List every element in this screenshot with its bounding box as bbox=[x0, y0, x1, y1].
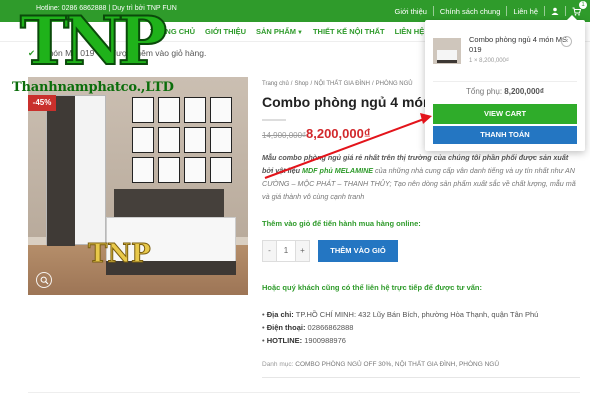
breadcrumb-home[interactable]: Trang chủ bbox=[262, 81, 289, 87]
phone-label: Điện thoại: bbox=[266, 323, 306, 332]
quantity-decrease-button[interactable]: - bbox=[263, 241, 276, 261]
sale-price: 8,200,000₫ bbox=[306, 126, 371, 141]
brand-name: Thanhnamphatco.,LTD bbox=[12, 80, 174, 95]
wall-frames bbox=[132, 97, 232, 183]
nav-item-label: SẢN PHẨM bbox=[255, 27, 296, 36]
contact-hotline: • HOTLINE: 1900988976 bbox=[262, 336, 346, 345]
quantity-stepper: - 1 + bbox=[262, 240, 310, 262]
zoom-icon[interactable] bbox=[36, 272, 52, 288]
remove-item-button[interactable]: × bbox=[561, 36, 572, 47]
product-description: Mẫu combo phòng ngủ giá rẻ nhất trên thị… bbox=[262, 151, 580, 203]
product-categories: Danh mục: COMBO PHÒNG NGỦ OFF 30%, NỘI T… bbox=[262, 361, 499, 368]
chevron-down-icon: ▼ bbox=[297, 30, 303, 36]
contact-list: • Địa chỉ: TP.HỒ CHÍ MINH: 432 Lũy Bán B… bbox=[262, 308, 538, 347]
cart-item-thumbnail[interactable] bbox=[433, 38, 461, 64]
add-to-cart-button[interactable]: THÊM VÀO GIỎ bbox=[318, 240, 398, 262]
add-to-cart-prompt: Thêm vào giỏ để tiến hành mua hàng onlin… bbox=[262, 219, 421, 228]
nav-item-label: THIẾT KẾ NỘI THẤT bbox=[312, 27, 385, 36]
cart-item-quantity-price: 1 × 8,200,000₫ bbox=[469, 58, 509, 64]
top-link-contact[interactable]: Liên hệ bbox=[507, 7, 544, 16]
subtotal-label: Tổng phụ: bbox=[466, 87, 503, 96]
divider bbox=[28, 392, 580, 393]
categories-label: Danh mục: bbox=[262, 361, 294, 368]
mini-cart-dropdown: Combo phòng ngủ 4 món MS 019 1 × 8,200,0… bbox=[425, 15, 585, 151]
contact-heading: Hoặc quý khách cũng có thể liên hệ trực … bbox=[262, 283, 482, 292]
breadcrumb-subcategory[interactable]: PHÒNG NGỦ bbox=[376, 81, 413, 87]
desc-text: của những nhà cung cấp vân danh tiếng và… bbox=[373, 166, 565, 175]
hotline-label: HOTLINE: bbox=[266, 336, 303, 345]
breadcrumb: Trang chủ / Shop / NỘI THẤT GIA ĐÌNH / PHÒNG N… bbox=[262, 81, 413, 87]
checkout-button[interactable]: THANH TOÁN bbox=[433, 126, 577, 144]
top-link-policy[interactable]: Chính sách chung bbox=[434, 7, 506, 16]
site-logo[interactable]: TNP bbox=[19, 1, 168, 81]
divider bbox=[262, 377, 580, 378]
address-label: Địa chỉ: bbox=[266, 310, 294, 319]
image-watermark: TNP bbox=[88, 239, 152, 270]
divider bbox=[544, 6, 545, 16]
breadcrumb-shop[interactable]: Shop bbox=[294, 81, 308, 87]
top-link-about[interactable]: Giới thiệu bbox=[388, 7, 432, 16]
cart-item-name[interactable]: Combo phòng ngủ 4 món MS 019 bbox=[469, 35, 569, 55]
phone-value: 02866862888 bbox=[305, 323, 354, 332]
contact-address: • Địa chỉ: TP.HỒ CHÍ MINH: 432 Lũy Bán B… bbox=[262, 310, 539, 319]
wardrobe bbox=[46, 95, 106, 246]
sale-badge: -45% bbox=[28, 95, 56, 111]
nav-item-interior-design[interactable]: THIẾT KẾ NỘI THẤT bbox=[313, 27, 385, 36]
divider bbox=[565, 6, 566, 16]
nav-item-label: GIỚI THIỆU bbox=[205, 27, 246, 36]
hotline-value: 1900988976 bbox=[302, 336, 346, 345]
nav-item-contact[interactable]: LIÊN HỆ bbox=[395, 27, 425, 36]
divider bbox=[433, 81, 577, 82]
logo-text: TNP bbox=[19, 1, 168, 81]
cart-subtotal: Tổng phụ: 8,200,000₫ bbox=[425, 87, 585, 96]
nav-item-products[interactable]: SẢN PHẨM▼ bbox=[256, 27, 303, 36]
breadcrumb-category[interactable]: NỘI THẤT GIA ĐÌNH bbox=[314, 81, 370, 87]
nav-item-label: LIÊN HỆ bbox=[394, 27, 425, 36]
quantity-increase-button[interactable]: + bbox=[296, 241, 309, 261]
view-cart-button[interactable]: VIEW CART bbox=[433, 104, 577, 124]
old-price: 14,900,000₫ bbox=[262, 131, 307, 140]
cart-count-badge: 1 bbox=[579, 1, 587, 9]
contact-phone: • Điện thoại: 02866862888 bbox=[262, 323, 354, 332]
address-value: TP.HỒ CHÍ MINH: 432 Lũy Bán Bích, phường… bbox=[293, 310, 539, 319]
nav-item-about[interactable]: GIỚI THIỆU bbox=[205, 27, 246, 36]
desc-material-highlight: MDF phủ MELAMINE bbox=[301, 166, 374, 175]
nav-menu: TRANG CHỦ GIỚI THIỆU SẢN PHẨM▼ THIẾT KẾ … bbox=[150, 27, 424, 36]
quantity-input[interactable]: 1 bbox=[276, 241, 296, 261]
divider bbox=[262, 119, 286, 121]
top-links: Giới thiệu Chính sách chung Liên hệ 1 bbox=[388, 0, 587, 22]
subtotal-value: 8,200,000₫ bbox=[504, 87, 544, 96]
user-icon[interactable] bbox=[548, 4, 562, 18]
categories-links[interactable]: COMBO PHÒNG NGỦ OFF 30%, NỘI THẤT GIA ĐÌ… bbox=[293, 361, 499, 368]
